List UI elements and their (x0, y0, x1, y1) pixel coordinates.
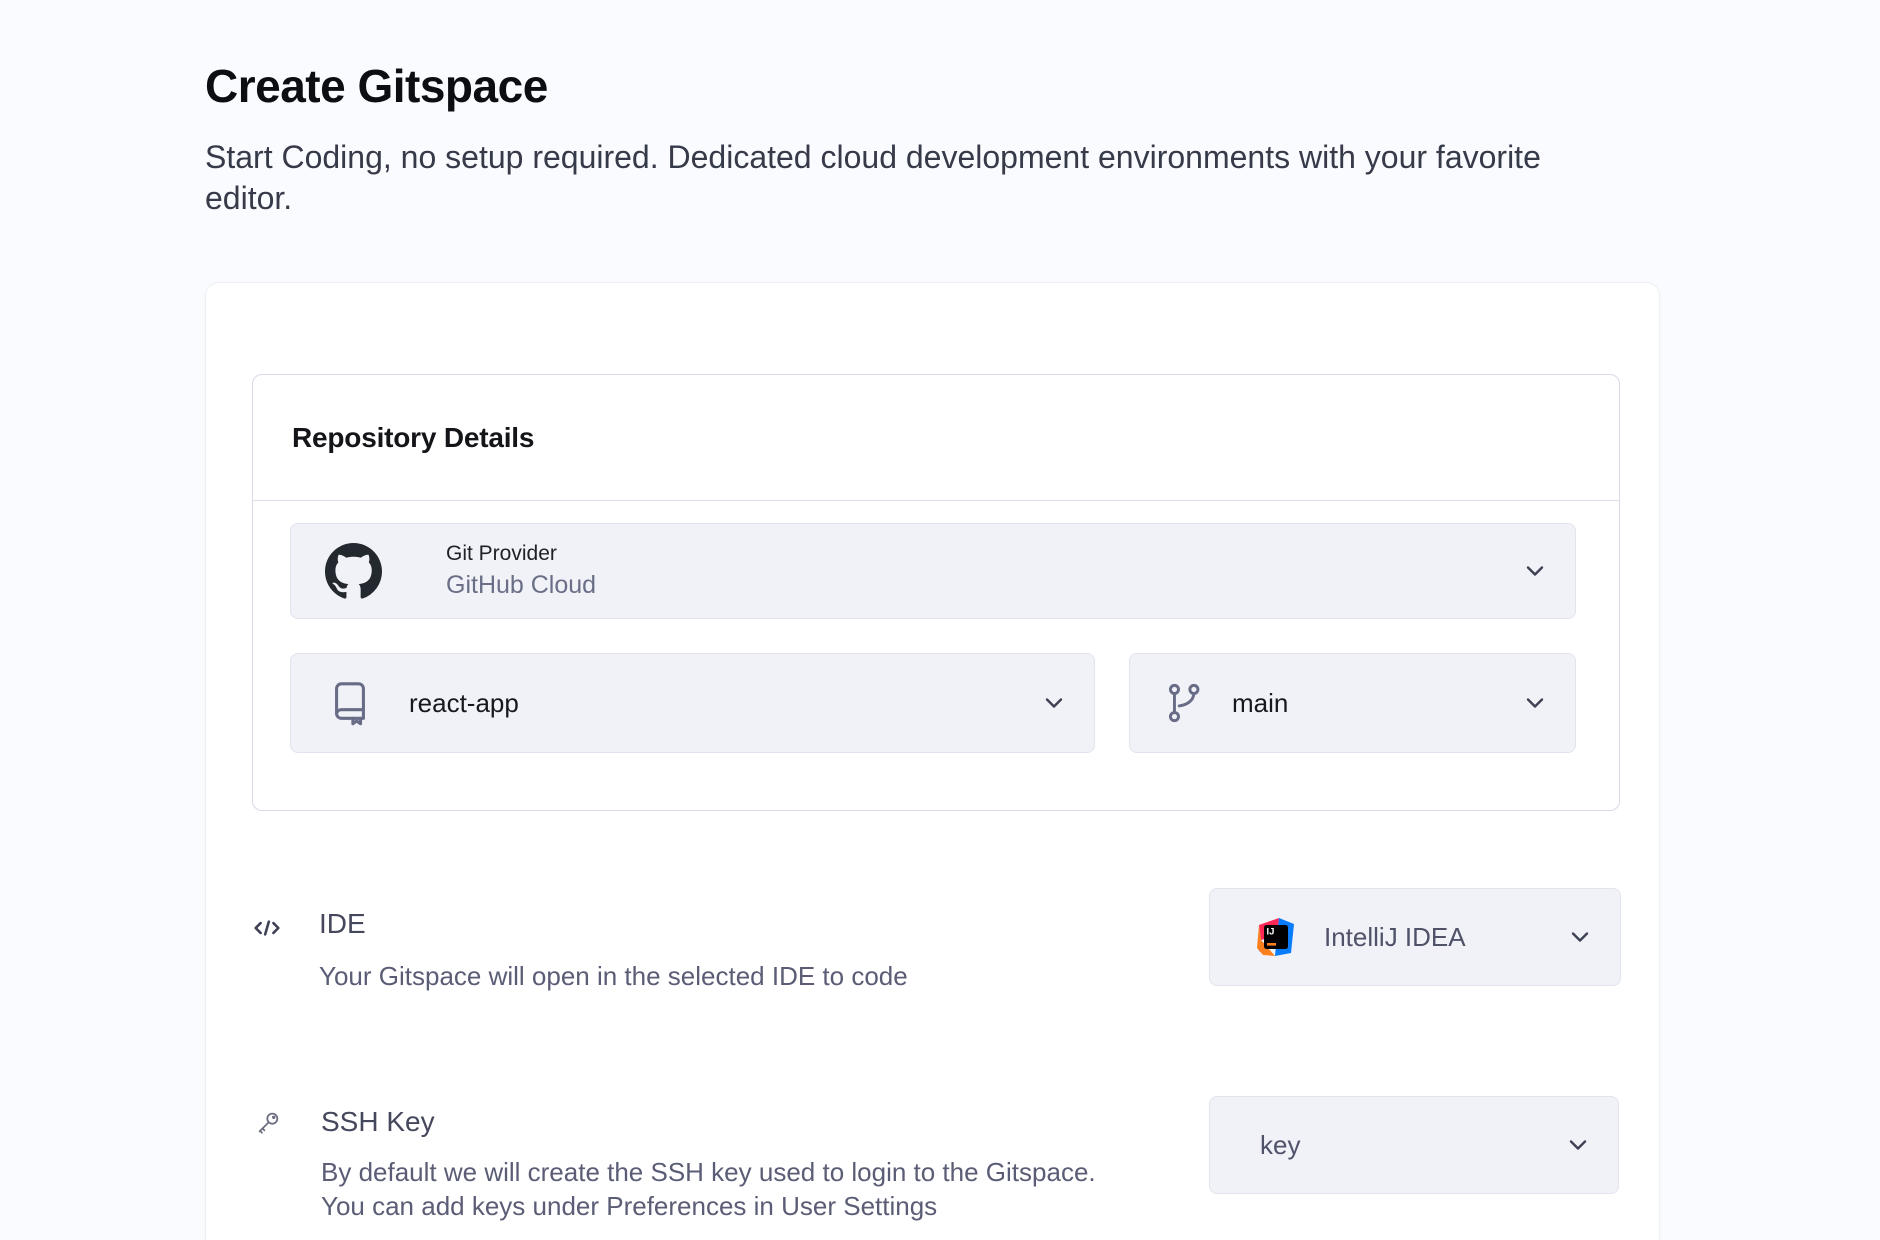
chevron-down-icon (1525, 697, 1545, 709)
ssh-key-label: SSH Key (321, 1104, 435, 1140)
ide-description: Your Gitspace will open in the selected … (319, 959, 908, 993)
repository-details-header: Repository Details (253, 375, 1619, 501)
repo-branch-row: react-app (290, 653, 1576, 753)
git-provider-select[interactable]: Git Provider GitHub Cloud (290, 523, 1576, 619)
repository-value: react-app (409, 688, 519, 719)
ide-select[interactable]: IJ IntelliJ IDEA (1209, 888, 1621, 986)
intellij-idea-icon: IJ (1256, 917, 1296, 957)
git-provider-value: GitHub Cloud (446, 572, 596, 600)
github-icon (325, 543, 382, 600)
git-provider-text: Git Provider GitHub Cloud (446, 542, 596, 600)
git-branch-icon (1162, 681, 1206, 725)
code-icon (250, 911, 284, 945)
chevron-down-icon (1570, 931, 1590, 943)
repository-details-body: Git Provider GitHub Cloud (253, 501, 1619, 753)
branch-value: main (1232, 688, 1288, 719)
repository-details-heading: Repository Details (292, 422, 534, 454)
repository-book-icon (327, 680, 373, 726)
create-gitspace-page: Create Gitspace Start Coding, no setup r… (0, 0, 1880, 1240)
ide-selected-value: IntelliJ IDEA (1324, 922, 1466, 953)
ssh-key-description: By default we will create the SSH key us… (321, 1155, 1151, 1223)
key-icon (254, 1109, 282, 1137)
ide-label: IDE (319, 906, 366, 942)
page-title: Create Gitspace (205, 58, 548, 114)
repository-details-card: Repository Details Git Provider GitHub C… (252, 374, 1620, 811)
git-provider-label: Git Provider (446, 542, 596, 565)
svg-text:IJ: IJ (1267, 927, 1275, 938)
ssh-key-selected-value: key (1260, 1130, 1300, 1161)
chevron-down-icon (1568, 1139, 1588, 1151)
chevron-down-icon (1525, 565, 1545, 577)
ssh-key-description-line: You can add keys under Preferences in Us… (321, 1189, 1151, 1223)
ssh-key-select[interactable]: key (1209, 1096, 1619, 1194)
page-subtitle: Start Coding, no setup required. Dedicat… (205, 137, 1595, 219)
chevron-down-icon (1044, 697, 1064, 709)
repository-select[interactable]: react-app (290, 653, 1095, 753)
ssh-key-description-line: By default we will create the SSH key us… (321, 1155, 1151, 1189)
gitspace-form-panel: Repository Details Git Provider GitHub C… (205, 282, 1660, 1240)
branch-select[interactable]: main (1129, 653, 1576, 753)
